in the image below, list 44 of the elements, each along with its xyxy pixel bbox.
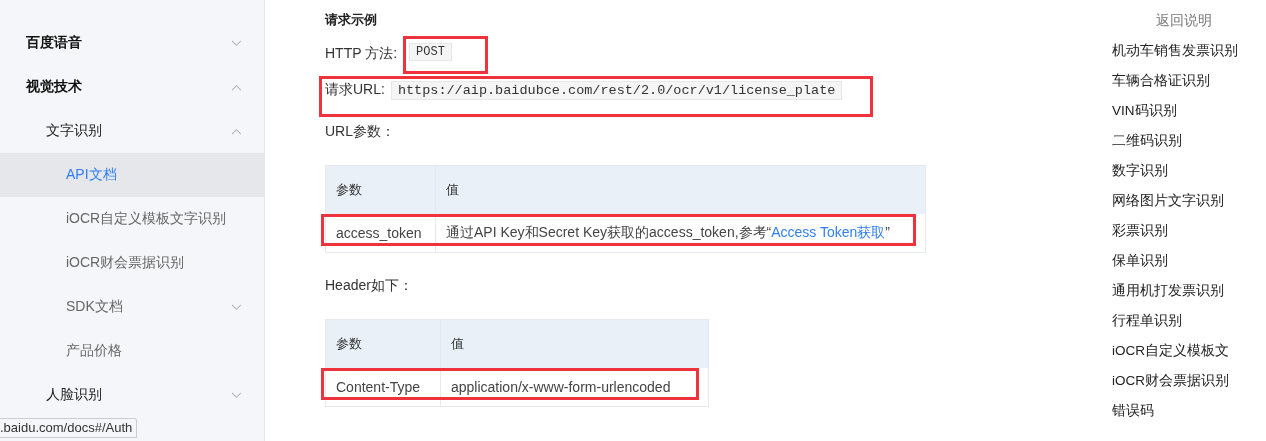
chevron-up-icon (231, 127, 242, 135)
table-cell: application/x-www-form-urlencoded (451, 379, 671, 395)
table-cell: access_token (336, 225, 422, 241)
toc-link[interactable]: VIN码识别 (1112, 102, 1266, 132)
toc-link[interactable]: 错误码 (1112, 402, 1266, 432)
chevron-up-icon (231, 83, 242, 91)
column-header: 值 (435, 165, 926, 214)
sidebar-item[interactable]: SDK文档 (0, 285, 264, 329)
chevron-down-icon (231, 391, 242, 399)
toc-link[interactable]: 行程单识别 (1112, 312, 1266, 342)
table-cell: 通过API Key和Secret Key获取的access_token,参考“Access Token获取” (446, 224, 891, 240)
method-label: HTTP 方法: (325, 45, 398, 63)
sidebar-item[interactable]: iOCR自定义模板文字识别 (0, 197, 264, 241)
chevron-down-icon (231, 303, 242, 311)
toc-link[interactable]: 保单识别 (1112, 252, 1266, 282)
toc-link[interactable]: 二维码识别 (1112, 132, 1266, 162)
toc-link[interactable]: 数字识别 (1112, 162, 1266, 192)
access-token-link[interactable]: Access Token获取 (771, 224, 886, 240)
sidebar-item[interactable]: 视觉技术 (0, 65, 264, 109)
sidebar-item[interactable]: 百度语音 (0, 21, 264, 65)
sidebar-item[interactable]: 人脸识别 (0, 373, 264, 417)
chevron-down-icon (231, 39, 242, 47)
sidebar-item[interactable]: iOCR财会票据识别 (0, 241, 264, 285)
url-label: 请求URL: (325, 81, 385, 99)
toc-link[interactable]: 机动车销售发票识别 (1112, 42, 1266, 72)
column-header: 参数 (325, 319, 441, 368)
url-code: https://aip.baidubce.com/rest/2.0/ocr/v1/license_plate (390, 81, 843, 100)
section-heading: 请求示例 (325, 11, 378, 29)
sidebar-item[interactable]: 产品价格 (0, 329, 264, 373)
column-header: 参数 (325, 165, 436, 214)
toc-link[interactable]: 返回说明 (1112, 12, 1266, 42)
toc-link[interactable]: 车辆合格证识别 (1112, 72, 1266, 102)
status-url-tooltip: .baidu.com/docs#/Auth (0, 418, 138, 438)
table-title: URL参数： (325, 123, 396, 141)
table-title: Header如下： (325, 277, 414, 295)
toc-link[interactable]: iOCR自定义模板文 (1112, 342, 1266, 372)
toc-link[interactable]: 通用机打发票识别 (1112, 282, 1266, 312)
toc-link[interactable]: 网络图片文字识别 (1112, 192, 1266, 222)
table-cell: Content-Type (336, 379, 421, 395)
toc-link[interactable]: 彩票识别 (1112, 222, 1266, 252)
toc-link[interactable]: iOCR财会票据识别 (1112, 372, 1266, 402)
column-header: 值 (440, 319, 709, 368)
method-code: POST (409, 43, 452, 61)
sidebar-item[interactable]: 文字识别 (0, 109, 264, 153)
